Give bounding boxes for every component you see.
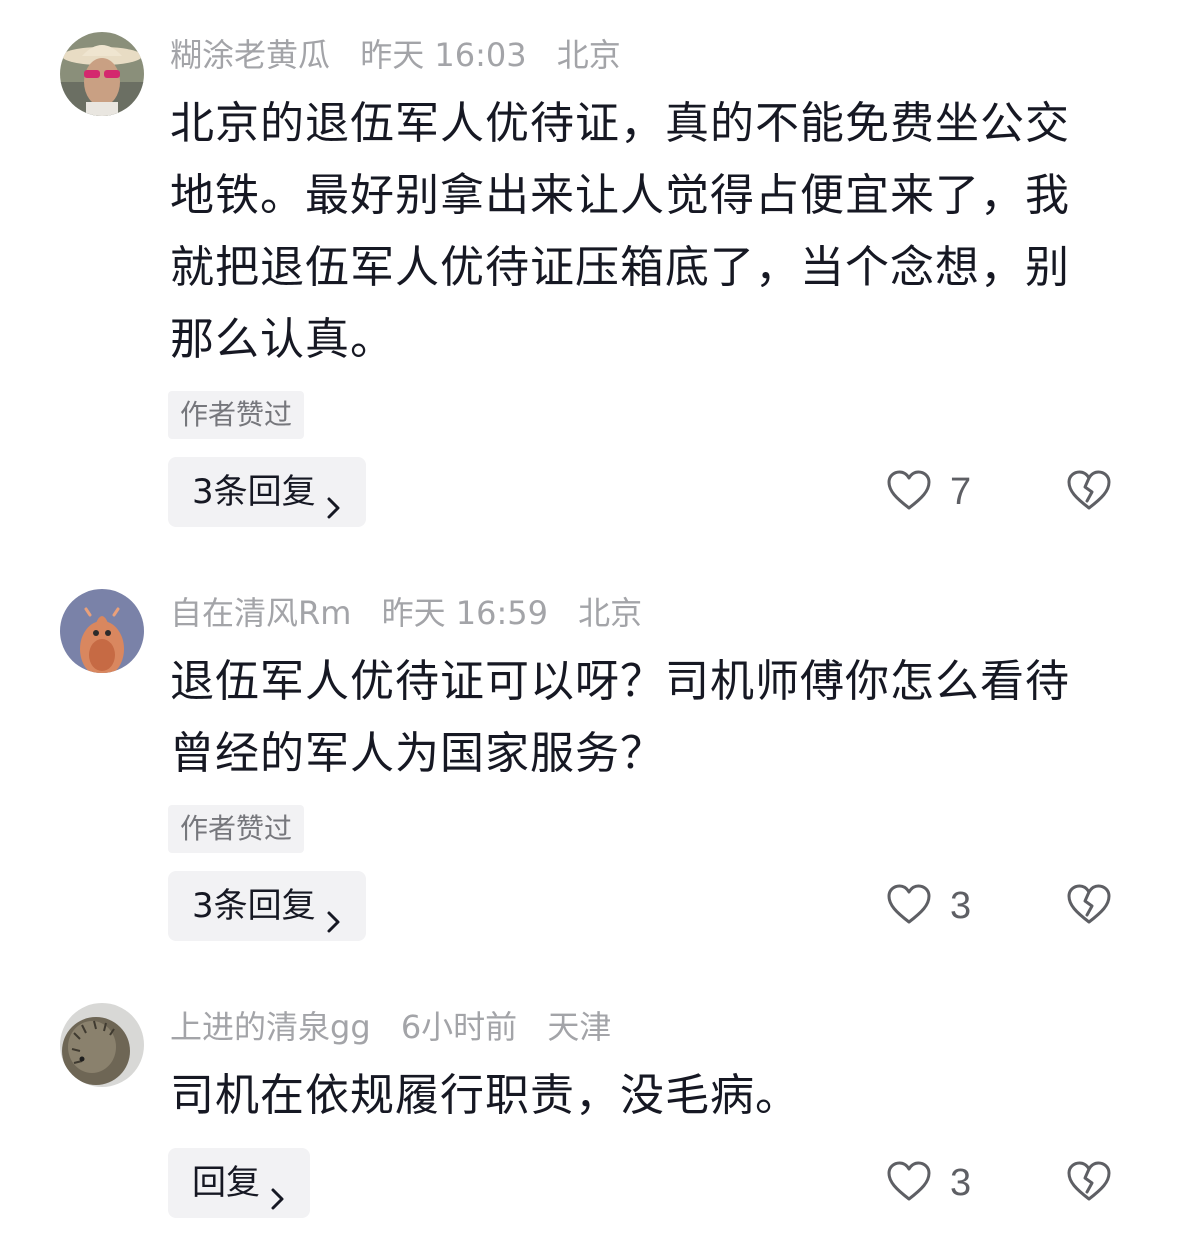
location: 北京 (556, 36, 621, 74)
chevron-right-icon (324, 477, 344, 519)
view-replies-button[interactable]: 3条回复 (168, 457, 366, 527)
dislike-button[interactable] (1066, 457, 1112, 527)
reply-label: 3条回复 (192, 472, 316, 512)
author-liked-badge: 作者赞过 (168, 805, 305, 853)
reply-button[interactable]: 回复 (168, 1148, 310, 1218)
timestamp: 昨天 16:03 (360, 36, 527, 74)
location: 北京 (578, 594, 643, 632)
heart-outline-icon (886, 883, 932, 929)
reply-label: 3条回复 (192, 886, 316, 926)
comment-text: 北京的退伍军人优待证，真的不能免费坐公交地铁。最好别拿出来让人觉得占便宜来了，我… (170, 98, 1070, 365)
comment-meta: 自在清风Rm 昨天 16:59 北京 (170, 593, 662, 633)
reply-label: 回复 (192, 1163, 260, 1203)
chevron-right-icon (268, 1168, 288, 1210)
comment-text: 退伍军人优待证可以呀？司机师傅你怎么看待曾经的军人为国家服务？ (170, 656, 1070, 779)
timestamp: 昨天 16:59 (381, 594, 548, 632)
avatar[interactable] (60, 589, 144, 673)
broken-heart-icon (1066, 1160, 1112, 1206)
location: 天津 (547, 1008, 612, 1046)
heart-outline-icon (886, 469, 932, 515)
chevron-right-icon (324, 891, 344, 933)
view-replies-button[interactable]: 3条回复 (168, 871, 366, 941)
dislike-button[interactable] (1066, 1148, 1112, 1218)
broken-heart-icon (1066, 883, 1112, 929)
username[interactable]: 自在清风Rm (170, 594, 351, 632)
like-button[interactable]: 3 (886, 1148, 971, 1218)
like-count: 7 (950, 470, 972, 513)
timestamp: 6小时前 (400, 1008, 518, 1046)
comment-meta: 上进的清泉gg 6小时前 天津 (170, 1007, 631, 1047)
comment-text: 司机在依规履行职责，没毛病。 (170, 1070, 800, 1121)
avatar[interactable] (60, 1003, 144, 1087)
dislike-button[interactable] (1066, 871, 1112, 941)
avatar[interactable] (60, 32, 144, 116)
username[interactable]: 糊涂老黄瓜 (170, 36, 330, 74)
broken-heart-icon (1066, 469, 1112, 515)
like-count: 3 (950, 1161, 972, 1204)
like-button[interactable]: 7 (886, 457, 971, 527)
like-button[interactable]: 3 (886, 871, 971, 941)
heart-outline-icon (886, 1160, 932, 1206)
comment-meta: 糊涂老黄瓜 昨天 16:03 北京 (170, 35, 641, 75)
comment-item: 糊涂老黄瓜 昨天 16:03 北京 北京的退伍军人优待证，真的不能免费坐公交地铁… (0, 0, 1179, 560)
author-liked-badge: 作者赞过 (168, 391, 305, 439)
username[interactable]: 上进的清泉gg (170, 1008, 371, 1046)
like-count: 3 (950, 884, 972, 927)
